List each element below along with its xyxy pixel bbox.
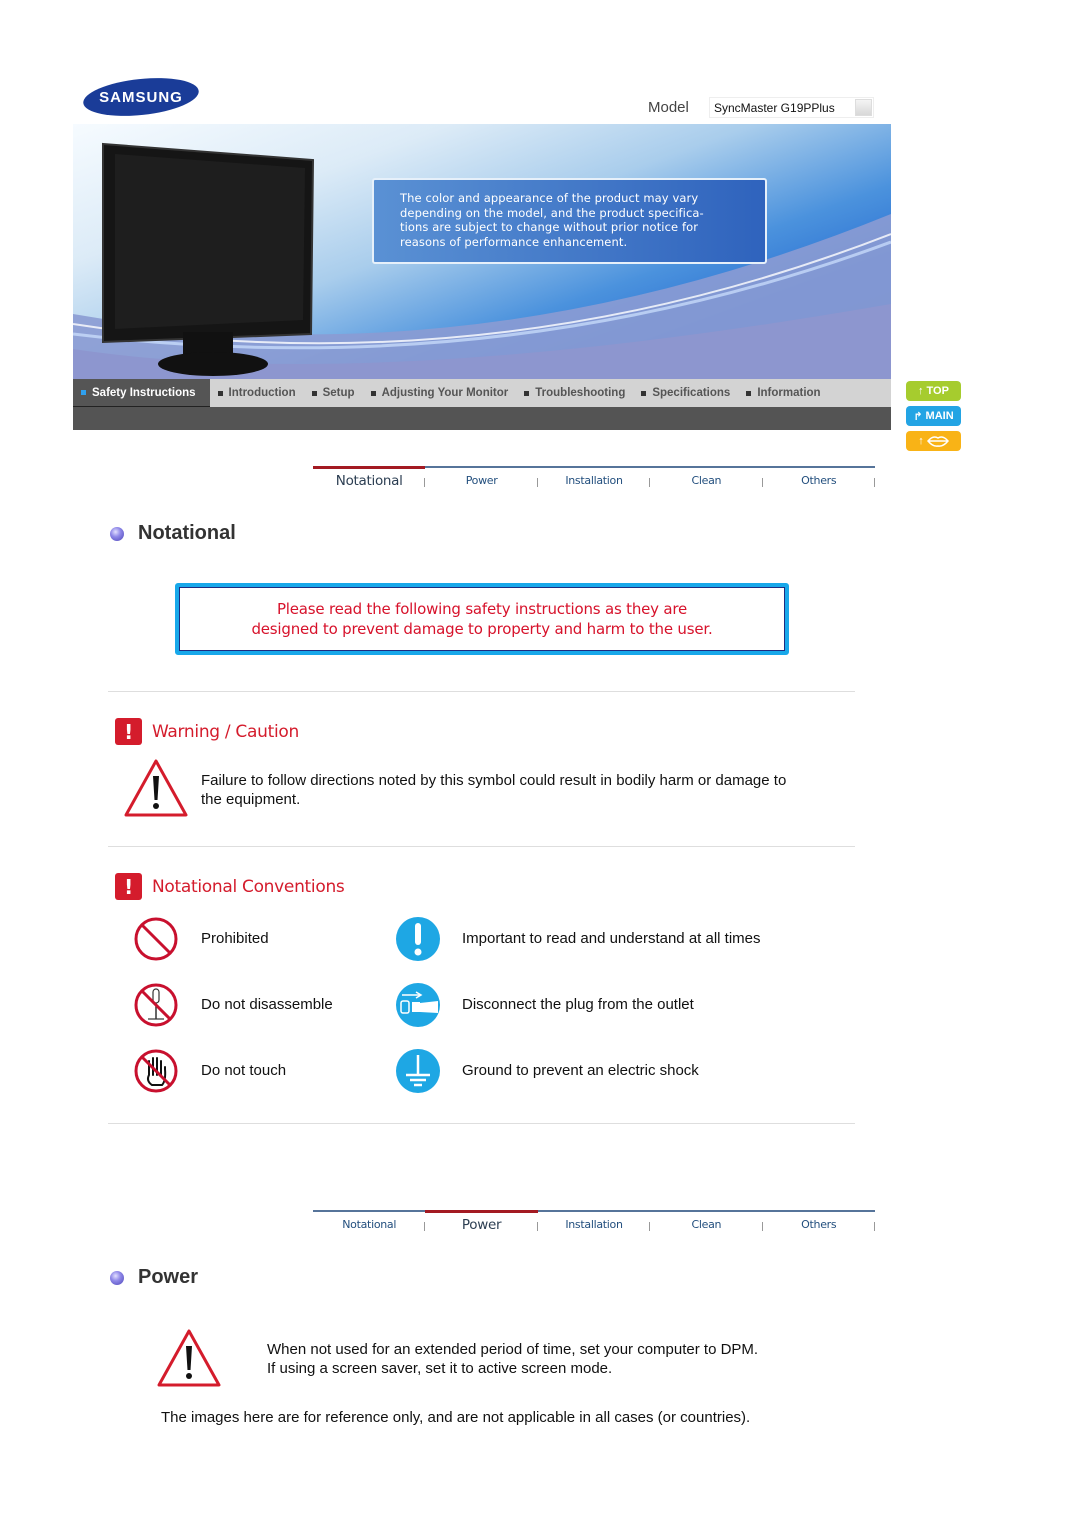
- divider: [108, 846, 855, 847]
- convention-label: Do not disassemble: [201, 996, 333, 1013]
- nav-introduction[interactable]: Introduction: [210, 379, 304, 407]
- top-button[interactable]: ↑ TOP: [906, 381, 961, 401]
- section-tabs-power: Notational Power Installation Clean Othe…: [313, 1210, 876, 1234]
- samsung-logo: SAMSUNG: [82, 77, 200, 117]
- ground-icon: [396, 1049, 440, 1093]
- safety-notice-text: Please read the following safety instruc…: [251, 600, 713, 638]
- warning-text: Failure to follow directions noted by th…: [201, 772, 787, 808]
- tab-others[interactable]: Others: [763, 468, 876, 490]
- nav-specifications[interactable]: Specifications: [633, 379, 738, 407]
- tab-clean[interactable]: Clean: [650, 468, 763, 490]
- back-button[interactable]: ↑: [906, 431, 961, 451]
- bullet-icon: [641, 390, 647, 396]
- reference-footnote: The images here are for reference only, …: [161, 1409, 751, 1426]
- bullet-icon: [370, 390, 376, 396]
- tab-others[interactable]: Others: [763, 1212, 876, 1234]
- warning-triangle-icon: [124, 759, 188, 817]
- warning-caution-heading: ! Warning / Caution: [115, 718, 299, 745]
- nav-setup[interactable]: Setup: [304, 379, 363, 407]
- important-icon: [396, 917, 440, 961]
- section-tabs-notational: Notational Power Installation Clean Othe…: [313, 466, 876, 490]
- disconnect-plug-icon: [396, 983, 440, 1027]
- tab-notational[interactable]: Notational: [313, 1212, 426, 1234]
- convention-label: Do not touch: [201, 1062, 287, 1079]
- brand-text: SAMSUNG: [99, 89, 183, 106]
- convention-label: Important to read and understand at all …: [462, 930, 761, 947]
- warning-triangle-icon: [157, 1329, 221, 1387]
- hero-notice: The color and appearance of the product …: [372, 178, 767, 264]
- model-value: SyncMaster G19PPlus: [714, 100, 835, 115]
- hero-notice-text: The color and appearance of the product …: [400, 191, 704, 249]
- nav-safety-instructions[interactable]: Safety Instructions: [73, 379, 210, 407]
- safety-notice-box: Please read the following safety instruc…: [175, 583, 789, 655]
- nav-adjusting-your-monitor[interactable]: Adjusting Your Monitor: [363, 379, 517, 407]
- bullet-icon: [524, 390, 530, 396]
- bullet-icon: [81, 390, 86, 395]
- tab-installation[interactable]: Installation: [538, 468, 651, 490]
- divider: [108, 691, 855, 692]
- do-not-touch-icon: [134, 1049, 178, 1093]
- model-select[interactable]: SyncMaster G19PPlus: [709, 97, 874, 118]
- tab-installation[interactable]: Installation: [538, 1212, 651, 1234]
- main-nav: Safety Instructions Introduction Setup A…: [73, 379, 891, 407]
- nav-information[interactable]: Information: [738, 379, 828, 407]
- bullet-icon: [746, 390, 752, 396]
- power-text: When not used for an extended period of …: [267, 1341, 759, 1377]
- hero-banner: The color and appearance of the product …: [73, 124, 891, 379]
- lips-icon: [926, 436, 949, 447]
- turn-arrow-icon: ↱: [913, 410, 923, 423]
- tab-power[interactable]: Power: [425, 468, 539, 490]
- tab-notational[interactable]: Notational: [313, 466, 426, 490]
- bullet-icon: [110, 1270, 124, 1285]
- main-button[interactable]: ↱ MAIN: [906, 406, 961, 426]
- divider: [108, 1123, 855, 1124]
- convention-label: Ground to prevent an electric shock: [462, 1062, 699, 1079]
- arrow-up-icon: ↑: [918, 385, 924, 397]
- bullet-icon: [217, 390, 223, 396]
- model-label: Model: [648, 99, 689, 116]
- power-heading: Power: [110, 1266, 198, 1289]
- tab-power[interactable]: Power: [425, 1210, 539, 1234]
- notational-conventions-heading: ! Notational Conventions: [115, 873, 345, 900]
- exclamation-icon: !: [115, 873, 142, 900]
- convention-label: Disconnect the plug from the outlet: [462, 996, 694, 1013]
- notational-heading: Notational: [110, 522, 236, 545]
- arrow-up-icon: ↑: [918, 435, 924, 447]
- dropdown-button[interactable]: [855, 99, 872, 116]
- nav-troubleshooting[interactable]: Troubleshooting: [516, 379, 633, 407]
- convention-label: Prohibited: [201, 930, 269, 947]
- exclamation-icon: !: [115, 718, 142, 745]
- prohibited-icon: [134, 917, 178, 961]
- do-not-disassemble-icon: [134, 983, 178, 1027]
- sub-nav-bar: [73, 407, 891, 430]
- bullet-icon: [110, 526, 124, 541]
- bullet-icon: [311, 390, 317, 396]
- tab-clean[interactable]: Clean: [650, 1212, 763, 1234]
